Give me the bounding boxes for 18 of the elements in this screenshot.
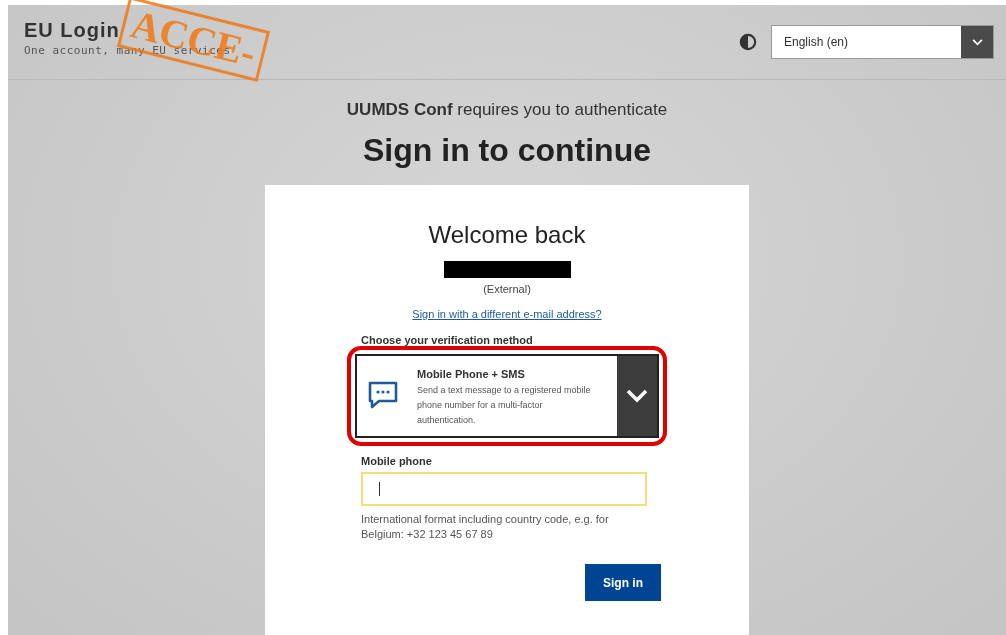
phone-input[interactable] (361, 472, 647, 506)
chat-bubble-icon (367, 380, 399, 410)
phone-label: Mobile phone (361, 455, 433, 467)
phone-hint: International format including country code, e.g. for Belgium: +32 123 45 67 89 (361, 512, 610, 542)
switch-account-link[interactable]: Sign in with a different e-mail address? (412, 308, 602, 320)
verification-method-select[interactable]: Mobile Phone + SMS Send a text message to a registered mobile phone number for a multi-factor authentication. (355, 354, 659, 438)
method-label: Choose your verification method (361, 334, 534, 346)
chevron-down-icon (626, 389, 648, 403)
page-heading: Sign in to continue (363, 132, 651, 169)
contrast-icon[interactable] (739, 33, 757, 51)
language-select[interactable]: English (en) (771, 25, 994, 59)
method-description: Send a text message to a registered mobile phone number for a multi-factor authentication. (417, 384, 592, 427)
auth-request-text: UUMDS Conf requires you to authenticate (346, 100, 668, 120)
welcome-heading: Welcome back (428, 221, 586, 249)
sign-in-button[interactable]: Sign in (585, 564, 661, 601)
account-type: (External) (483, 283, 531, 295)
method-title: Mobile Phone + SMS (417, 368, 526, 380)
chevron-down-icon (971, 38, 983, 46)
